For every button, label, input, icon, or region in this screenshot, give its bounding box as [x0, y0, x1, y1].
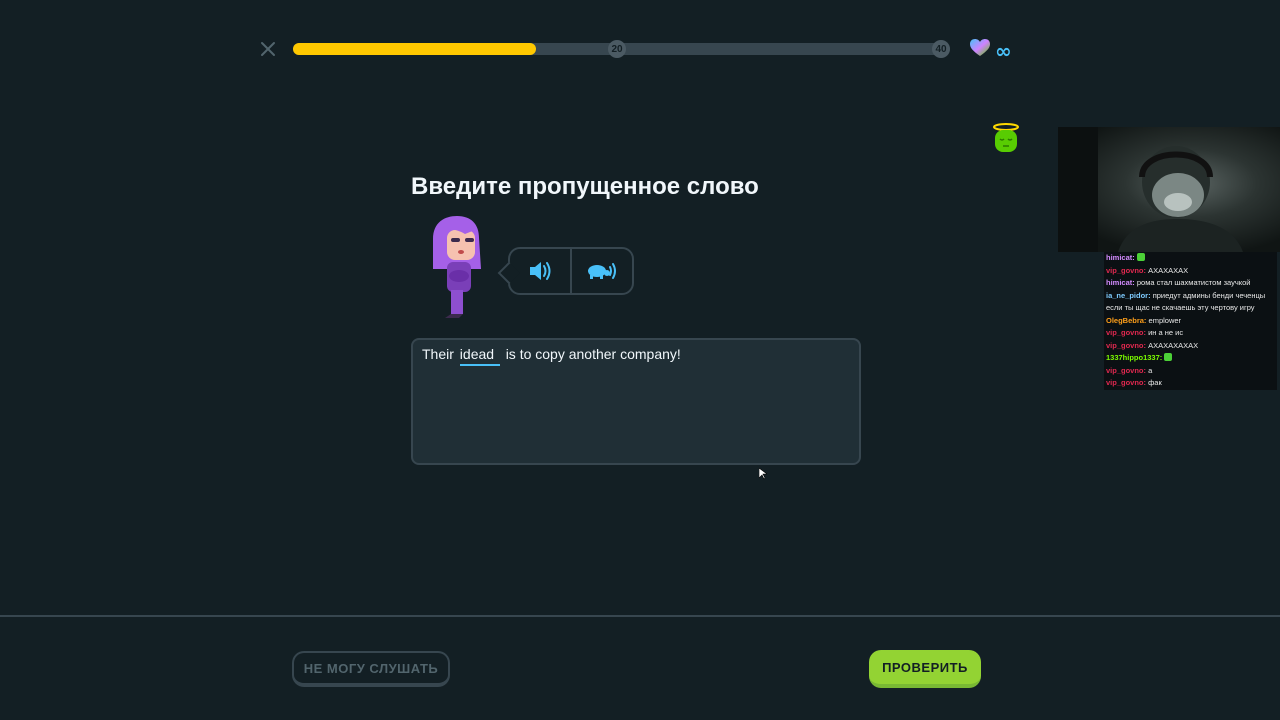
mouse-cursor-icon	[758, 467, 768, 485]
close-icon[interactable]	[259, 40, 277, 58]
chat-username: himicat:	[1106, 253, 1135, 262]
chat-message: vip_govno: АХАХАХАХ	[1104, 265, 1277, 278]
chat-message: vip_govno: ин а не ис	[1104, 327, 1277, 340]
chat-text: emplower	[1148, 315, 1182, 325]
chat-message: vip_govno: а	[1104, 365, 1277, 378]
chat-text: ин а не ис	[1148, 328, 1184, 337]
angel-mascot-icon	[990, 122, 1022, 159]
answer-textarea[interactable]: Their idead is to copy another company!	[411, 338, 861, 465]
chat-username: vip_govno:	[1106, 340, 1147, 350]
chat-text: АХАХАХАХ	[1148, 265, 1189, 275]
chat-message: himicat: рома стал шахматистом заучкой	[1104, 277, 1277, 290]
chat-message: himicat:	[1104, 252, 1277, 265]
turtle-icon	[588, 263, 616, 279]
page-title: Введите пропущенное слово	[411, 173, 759, 200]
milestone-badge: 40	[932, 40, 950, 58]
hearts-counter: ∞	[969, 38, 1012, 63]
sentence-prefix: Their	[422, 346, 454, 362]
chat-username: vip_govno:	[1106, 365, 1147, 375]
hearts-count: ∞	[995, 38, 1012, 63]
lily-character-icon	[425, 214, 485, 329]
chat-username: himicat:	[1106, 278, 1135, 287]
check-button[interactable]: ПРОВЕРИТЬ	[869, 650, 981, 688]
chat-text: а	[1148, 365, 1153, 375]
sentence-suffix: is to copy another company!	[505, 346, 681, 362]
cant-listen-button[interactable]: НЕ МОГУ СЛУШАТЬ	[292, 651, 450, 687]
chat-username: vip_govno:	[1106, 328, 1147, 337]
chat-username: ia_ne_pidor:	[1106, 290, 1151, 300]
progress-bar: 20 40	[293, 40, 950, 58]
chat-message: ia_ne_pidor: приедут админы бенди чеченц…	[1104, 290, 1277, 315]
footer-divider	[0, 615, 1280, 617]
blank-input[interactable]: idead	[459, 346, 500, 366]
play-audio-button[interactable]	[510, 249, 570, 293]
speaker-icon	[530, 262, 551, 280]
chat-username: vip_govno:	[1106, 378, 1147, 387]
chat-message: vip_govno: фак	[1104, 377, 1277, 390]
webcam-overlay	[1058, 127, 1280, 252]
chat-emote-icon	[1164, 353, 1173, 361]
chat-username: vip_govno:	[1106, 265, 1147, 275]
play-slow-audio-button[interactable]	[570, 249, 632, 293]
heart-icon	[969, 38, 991, 63]
stream-chat: himicat: vip_govno: АХАХАХАХ himicat: ром…	[1104, 252, 1277, 390]
chat-text: рома стал шахматистом заучкой	[1136, 278, 1251, 287]
chat-text: АХАХАХАХАХ	[1148, 340, 1199, 350]
chat-username: OlegBebra:	[1106, 315, 1147, 325]
progress-bar-fill	[293, 43, 537, 55]
chat-username: 1337hippo1337:	[1106, 353, 1163, 362]
chat-message: vip_govno: АХАХАХАХАХ	[1104, 340, 1277, 353]
chat-message: 1337hippo1337:	[1104, 352, 1277, 365]
chat-text: фак	[1148, 378, 1162, 387]
milestone-badge: 20	[608, 40, 626, 58]
chat-message: OlegBebra: emplower	[1104, 315, 1277, 328]
chat-emote-icon	[1136, 253, 1145, 261]
audio-controls	[508, 247, 634, 295]
